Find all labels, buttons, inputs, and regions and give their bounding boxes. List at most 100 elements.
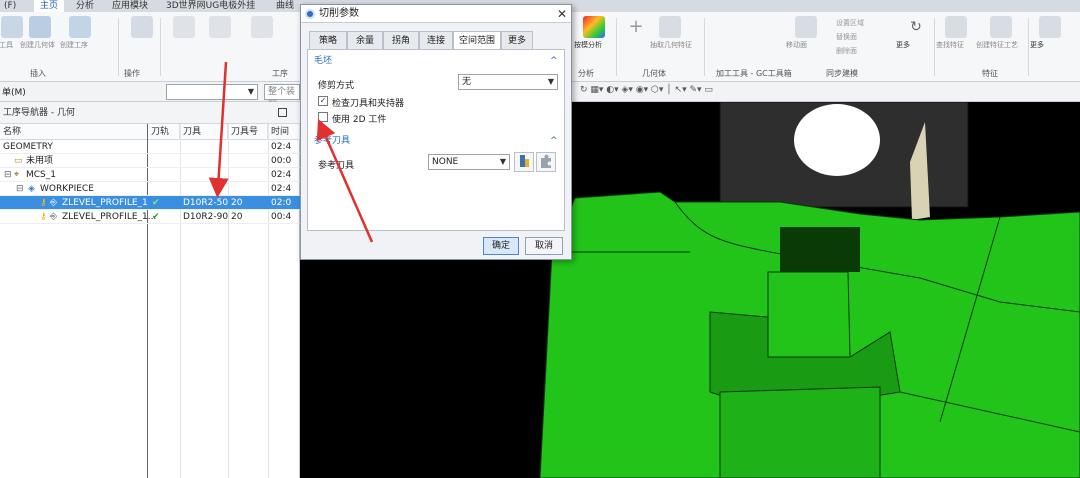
puzzle-icon xyxy=(541,154,551,168)
tab-home[interactable]: 主页 xyxy=(34,0,65,12)
nx-cam-window: (F) 主页 分析 应用模块 3D世界网UG电极外挂 曲线 加工具 创建几何体 … xyxy=(0,0,1080,478)
tab-analysis[interactable]: 分析 xyxy=(76,0,94,12)
type-filter-dropdown[interactable]: ▼ xyxy=(166,84,258,100)
trim-method-dropdown[interactable]: 无 ▼ xyxy=(458,74,558,90)
extract-icon xyxy=(659,16,681,38)
ref-tool-label: 参考刀具 xyxy=(318,161,355,171)
replace-face-label[interactable]: 替换面 xyxy=(836,32,857,42)
extract-geometry-button[interactable]: 抽取几何特征 xyxy=(650,16,692,64)
col-name[interactable]: 名称 xyxy=(0,124,148,140)
group-label-machining-tools: 加工工具 - GC工具箱 xyxy=(716,69,792,78)
tab-containment[interactable]: 空间范围 xyxy=(453,31,501,50)
set-region-label[interactable]: 设置区域 xyxy=(836,18,864,28)
tab-file[interactable]: (F) xyxy=(4,0,16,12)
dialog-body: 毛坯 ^ 修剪方式 无 ▼ ✓ 检查刀具和夹持器 使用 2D 工件 参考刀具 ^… xyxy=(307,49,565,231)
tab-corner[interactable]: 拐角 xyxy=(383,31,419,49)
operation-icon: ⎆ xyxy=(50,212,58,222)
ribbon-separator xyxy=(1028,18,1029,76)
collapse-icon[interactable]: ⊟ xyxy=(16,182,24,196)
new-tool-button[interactable] xyxy=(536,152,556,172)
use-2d-workpiece-label: 使用 2D 工件 xyxy=(332,115,387,125)
operation-icon: ⎆ xyxy=(50,198,58,208)
geometry-icon xyxy=(29,16,51,38)
tree-row-unused[interactable]: ▭ 未用项 00:0 xyxy=(0,154,300,168)
group-label-operation: 操作 xyxy=(124,69,140,78)
maximize-icon[interactable] xyxy=(278,108,287,117)
tree-row-workpiece[interactable]: ⊟ ◈ WORKPIECE 02:4 xyxy=(0,182,300,196)
blank-section-header[interactable]: 毛坯 ^ xyxy=(308,54,564,68)
chevron-down-icon: ▼ xyxy=(547,77,554,86)
tab-more[interactable]: 更多 xyxy=(501,31,533,49)
gear-icon xyxy=(305,9,315,19)
cancel-button[interactable]: 取消 xyxy=(525,237,563,255)
deviation-icon xyxy=(583,16,605,38)
move-face-icon xyxy=(795,16,817,38)
create-geometry-button[interactable]: 创建几何体 xyxy=(20,16,60,64)
tree-row-mcs[interactable]: ⊟ ⌖ MCS_1 02:4 xyxy=(0,168,300,182)
navigator-tree: GEOMETRY 02:4 ▭ 未用项 00:0 ⊟ ⌖ MCS_1 02:4 … xyxy=(0,140,300,478)
navigator-title: 工序导航器 - 几何 xyxy=(0,102,300,124)
edit-tool-button[interactable] xyxy=(514,152,534,172)
workpiece-icon: ◈ xyxy=(28,184,35,194)
key-icon: ⚷ xyxy=(40,212,47,222)
deviation-analysis-button[interactable]: 按模分析 xyxy=(574,16,614,64)
unit-menu[interactable]: 单(M) xyxy=(2,85,26,98)
check-tool-holder-checkbox[interactable]: ✓ xyxy=(318,96,328,106)
ribbon-separator xyxy=(704,18,705,76)
post-icon xyxy=(251,16,273,38)
collapse-caret-icon[interactable]: ^ xyxy=(550,54,558,68)
ribbon-separator xyxy=(934,18,935,76)
col-time[interactable]: 时间 xyxy=(268,124,300,140)
view-toolbar-icons[interactable]: ↻ ▦▾ ◐▾ ◈▾ ◉▾ ⬡▾ │ ↖▾ ✎▾ ▭ xyxy=(580,85,713,95)
operation-icon xyxy=(69,16,91,38)
tree-row-geometry[interactable]: GEOMETRY 02:4 xyxy=(0,140,300,154)
collapse-caret-icon[interactable]: ^ xyxy=(550,134,558,148)
tree-row-zlevel-1[interactable]: ⚷ ⎆ ZLEVEL_PROFILE_1 ✔ D10R2-50 20 02:0 xyxy=(0,196,300,210)
tab-strategy[interactable]: 策略 xyxy=(309,31,347,49)
delete-face-label[interactable]: 删除面 xyxy=(836,46,857,56)
inner-step xyxy=(719,386,881,478)
find-feature-icon xyxy=(945,16,967,38)
document-icon xyxy=(1039,16,1061,38)
trim-method-label: 修剪方式 xyxy=(318,81,355,91)
tab-connection[interactable]: 连接 xyxy=(419,31,453,49)
chevron-down-icon: ▼ xyxy=(499,157,506,166)
generate-toolpath-button[interactable] xyxy=(164,16,204,64)
close-icon[interactable]: ✕ xyxy=(555,6,569,22)
group-label-insert: 插入 xyxy=(30,69,46,78)
create-operation-button[interactable]: 创建工序 xyxy=(60,16,100,64)
operation-group-button[interactable] xyxy=(122,16,162,64)
tab-electrode-plugin[interactable]: 3D世界网UG电极外挂 xyxy=(166,0,255,12)
coordinate-system-icon: ⌖ xyxy=(14,170,20,180)
tool-edit-icon xyxy=(520,155,529,167)
assembly-filter-dropdown[interactable]: 整个装配 xyxy=(264,84,300,111)
post-process-button[interactable] xyxy=(242,16,282,64)
verify-toolpath-button[interactable] xyxy=(200,16,240,64)
tab-curve[interactable]: 曲线 xyxy=(276,0,294,12)
col-tool-number[interactable]: 刀具号 xyxy=(228,124,268,140)
cutting-parameters-dialog: 切削参数 ✕ 策略 余量 拐角 连接 空间范围 更多 毛坯 ^ 修剪方式 无 ▼… xyxy=(300,4,572,260)
ref-tool-section-header[interactable]: 参考刀具 ^ xyxy=(308,134,564,148)
create-feature-process-button[interactable]: 创建特征工艺 xyxy=(976,16,1026,64)
hole-face xyxy=(794,104,880,176)
ok-button[interactable]: 确定 xyxy=(483,237,519,255)
col-tool[interactable]: 刀具 xyxy=(180,124,228,140)
verify-icon xyxy=(209,16,231,38)
tab-stock[interactable]: 余量 xyxy=(347,31,383,49)
move-face-button[interactable]: 移动面 xyxy=(786,16,826,64)
key-icon: ⚷ xyxy=(40,198,47,208)
find-feature-button[interactable]: 查找特征 xyxy=(936,16,976,64)
folder-icon: ▭ xyxy=(14,156,23,166)
col-toolpath[interactable]: 刀轨 xyxy=(148,124,180,140)
tree-row-zlevel-2[interactable]: ⚷ ⎆ ZLEVEL_PROFILE_1... ✔ D10R2-90 20 00… xyxy=(0,210,300,224)
feature-process-icon xyxy=(990,16,1012,38)
tab-application[interactable]: 应用模块 xyxy=(112,0,148,12)
ref-tool-dropdown[interactable]: NONE ▼ xyxy=(428,154,510,170)
collapse-icon[interactable]: ⊟ xyxy=(4,168,12,182)
ribbon-separator xyxy=(160,18,161,76)
generate-icon xyxy=(173,16,195,38)
use-2d-workpiece-checkbox[interactable] xyxy=(318,112,328,122)
more-button-1[interactable]: ↻ 更多 xyxy=(896,16,936,64)
more-button-3[interactable]: 更多 xyxy=(1030,16,1070,64)
chevron-down-icon: ▼ xyxy=(247,87,254,96)
